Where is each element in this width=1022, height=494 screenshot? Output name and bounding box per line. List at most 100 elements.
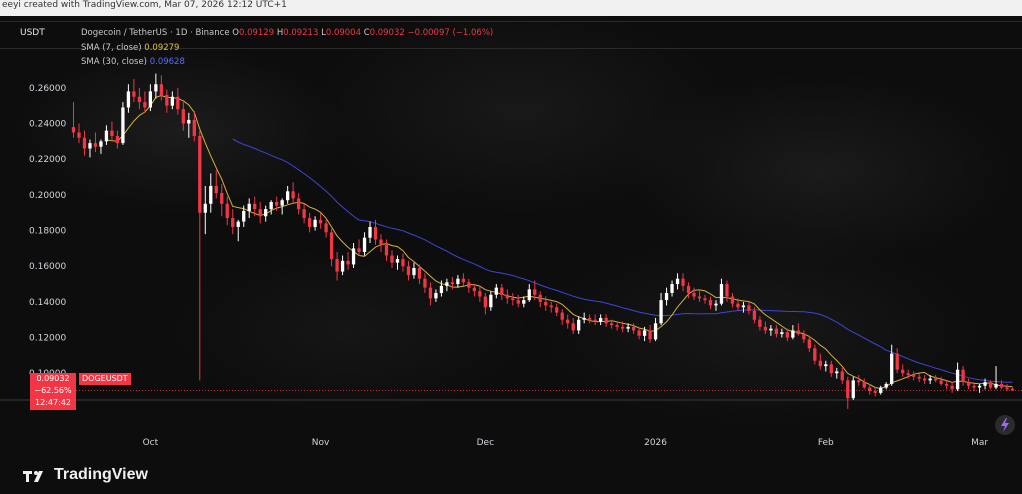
candle <box>829 360 833 377</box>
candle <box>516 294 520 308</box>
candle-body <box>950 385 954 390</box>
candle <box>258 202 262 224</box>
candle <box>604 314 608 327</box>
candle-body <box>944 383 949 386</box>
candle <box>236 219 240 242</box>
candle-body <box>884 383 888 388</box>
candle <box>994 366 998 390</box>
candle-body <box>972 385 976 388</box>
candle-body <box>527 289 531 301</box>
candle-body <box>335 259 339 272</box>
candle <box>264 205 268 222</box>
candle <box>88 139 92 158</box>
candle-body <box>137 96 142 103</box>
x-tick-label: Dec <box>477 438 494 448</box>
candle-body <box>719 284 724 304</box>
candle-body <box>362 237 367 252</box>
candle-body <box>406 266 411 276</box>
candle-body <box>401 259 405 267</box>
lightning-button[interactable] <box>995 415 1015 435</box>
candle <box>434 289 438 302</box>
candle-body <box>500 287 504 295</box>
candle-body <box>313 219 317 227</box>
candle-body <box>780 332 784 334</box>
candle-body <box>648 330 652 340</box>
candle <box>368 221 372 244</box>
candle <box>82 130 87 156</box>
candle-body <box>714 303 718 306</box>
candle <box>286 185 290 204</box>
candle-body <box>703 298 707 301</box>
candle-body <box>450 282 455 285</box>
candle <box>977 383 982 393</box>
candle <box>588 314 592 324</box>
x-tick-label: Feb <box>818 438 834 448</box>
candle <box>648 325 652 343</box>
candle-body <box>988 382 993 388</box>
candle <box>159 75 163 101</box>
candle-body <box>829 364 833 374</box>
candle-body <box>242 210 246 222</box>
candle <box>664 287 669 306</box>
candle <box>154 73 158 99</box>
candle-body <box>302 209 306 219</box>
candle <box>538 291 542 308</box>
candle <box>522 296 526 308</box>
x-axis: Oct Nov Dec 2026 Feb Mar <box>143 438 989 448</box>
candles <box>71 73 1015 409</box>
candle-body <box>999 383 1004 388</box>
candle <box>214 169 218 199</box>
candle-body <box>258 209 262 217</box>
candle <box>423 273 427 293</box>
candle-body <box>802 334 806 340</box>
candle-body <box>615 325 619 327</box>
candle <box>697 291 702 302</box>
candle <box>763 321 768 334</box>
candle <box>708 296 713 310</box>
candle <box>225 196 229 226</box>
candle-body <box>187 119 191 124</box>
candle <box>862 378 866 390</box>
candle-body <box>318 219 323 224</box>
candle-body <box>840 371 844 381</box>
candle-body <box>428 287 433 299</box>
candle <box>181 102 185 131</box>
candle <box>653 317 658 342</box>
price-chart[interactable]: 0.26000 0.24000 0.22000 0.20000 0.18000 0.160… <box>0 0 1022 494</box>
candle-body <box>642 330 647 336</box>
candle <box>428 282 433 306</box>
candle-body <box>807 339 811 349</box>
candle-body <box>818 360 822 367</box>
x-tick-label: Oct <box>143 438 159 448</box>
current-change-pct: −62.56% <box>34 386 72 395</box>
y-tick-label: 0.18000 <box>29 227 66 237</box>
candle-body <box>933 378 938 381</box>
candle-body <box>203 203 207 213</box>
candle-body <box>983 382 987 386</box>
candle <box>329 228 334 267</box>
candle-body <box>730 296 735 304</box>
candle-body <box>505 294 509 299</box>
candle-body <box>275 202 279 206</box>
candle-body <box>516 300 520 304</box>
candle <box>165 89 169 113</box>
candle-body <box>868 387 872 392</box>
candle-body <box>747 305 751 311</box>
candle <box>357 239 361 256</box>
candle-body <box>143 102 147 108</box>
y-tick-label: 0.20000 <box>29 191 66 201</box>
candle <box>335 251 339 281</box>
candle <box>401 253 405 272</box>
candle-body <box>148 91 153 108</box>
candle-body <box>752 310 757 320</box>
x-tick-label: 2026 <box>644 438 667 448</box>
candle-body <box>231 218 235 227</box>
candle-body <box>692 292 696 297</box>
candle-body <box>236 221 240 227</box>
candle-body <box>176 96 180 110</box>
candle-body <box>631 326 636 331</box>
candle-body <box>966 382 971 386</box>
candle-body <box>901 369 905 374</box>
candle-body <box>955 369 960 390</box>
candle-body <box>461 278 466 283</box>
